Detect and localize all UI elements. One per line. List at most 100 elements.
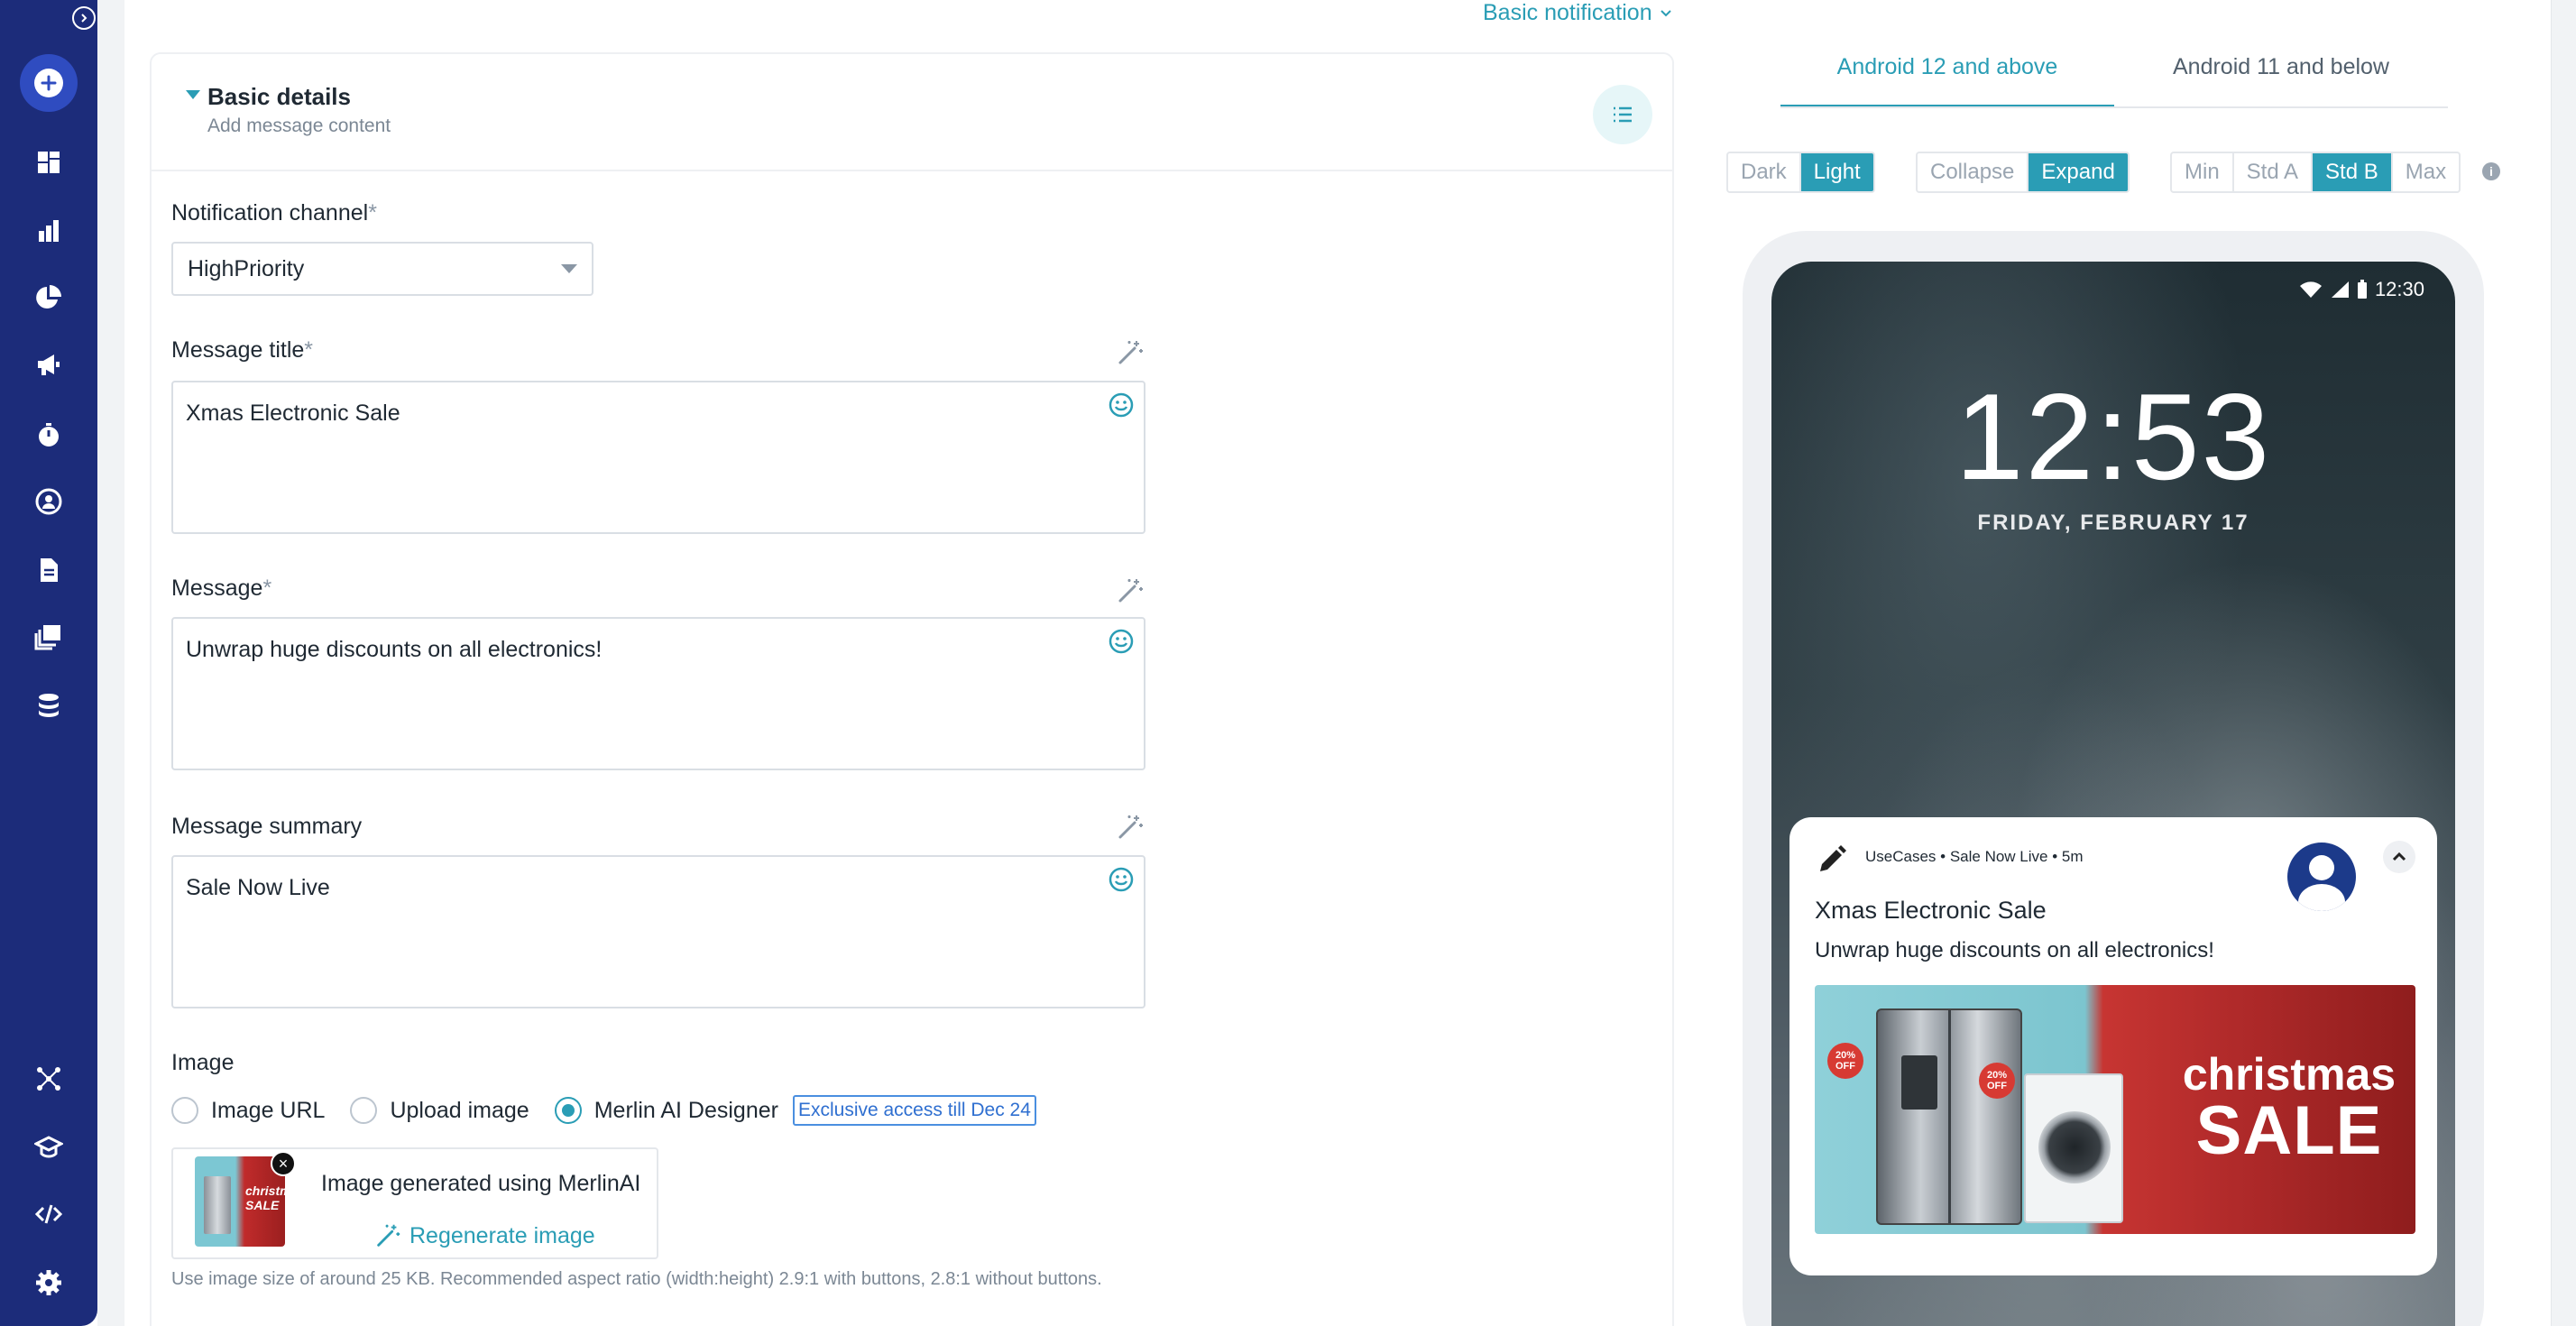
notification-card[interactable]: UseCases • Sale Now Live • 5m Xmas Elect… (1789, 817, 2437, 1275)
create-button[interactable] (20, 54, 78, 112)
view-toggle: Collapse Expand (1916, 152, 2130, 193)
regenerate-label: Regenerate image (409, 1222, 595, 1248)
notification-banner-image: 20% OFF 20% OFF christmas SALE (1815, 985, 2415, 1234)
avatar (2287, 843, 2356, 911)
status-time: 12:30 (2374, 278, 2424, 300)
channel-value: HighPriority (188, 255, 305, 281)
academy-icon[interactable] (31, 1129, 67, 1165)
code-icon[interactable] (31, 1196, 67, 1232)
message-title-label: Message title* (171, 337, 314, 363)
magic-wand-icon[interactable] (1115, 812, 1145, 843)
basic-notification-dropdown[interactable]: Basic notification (1483, 0, 1672, 25)
emoji-icon[interactable] (1108, 628, 1135, 655)
message-summary-input[interactable]: Sale Now Live (171, 855, 1145, 1008)
analytics-icon[interactable] (31, 213, 67, 249)
megaphone-icon[interactable] (31, 346, 67, 382)
remove-image-close-icon[interactable]: × (271, 1151, 296, 1176)
notification-channel-select[interactable]: HighPriority (171, 242, 593, 296)
caret-down-icon[interactable] (186, 90, 200, 99)
size-toggle: Min Std A Std B Max (2170, 152, 2461, 193)
theme-light-button[interactable]: Light (1800, 153, 1873, 191)
wifi-icon (2299, 281, 2322, 298)
scroll-gutter (97, 0, 124, 1326)
battery-icon (2357, 280, 2367, 299)
status-bar: 12:30 (2299, 278, 2424, 301)
size-std-a-button[interactable]: Std A (2234, 153, 2314, 191)
fridge-graphic (1876, 1008, 2022, 1225)
basic-notification-label: Basic notification (1483, 0, 1652, 25)
tab-android-11-and-below[interactable]: Android 11 and below (2114, 54, 2448, 108)
collapse-chevron-up-icon[interactable] (2383, 841, 2415, 873)
radio-label: Merlin AI Designer (593, 1097, 778, 1123)
radio-circle[interactable] (171, 1097, 198, 1124)
document-icon[interactable] (31, 552, 67, 588)
message-summary-value: Sale Now Live (186, 875, 330, 900)
signal-icon (2331, 281, 2349, 298)
size-std-b-button[interactable]: Std B (2313, 153, 2393, 191)
emoji-icon[interactable] (1108, 866, 1135, 893)
chevron-down-icon (1660, 10, 1671, 17)
washer-graphic (2024, 1073, 2123, 1223)
radio-circle[interactable] (350, 1097, 378, 1124)
magic-wand-icon[interactable] (1115, 337, 1145, 368)
notification-meta: UseCases • Sale Now Live • 5m (1865, 848, 2084, 865)
tab-android-12-and-above[interactable]: Android 12 and above (1780, 54, 2114, 108)
scrollbar[interactable] (2551, 0, 2576, 1326)
plus-icon (34, 69, 63, 97)
radio-image-url[interactable]: Image URL (171, 1097, 325, 1124)
pencil-icon (1820, 845, 1846, 871)
radio-merlin-ai-designer[interactable]: Merlin AI Designer (554, 1097, 778, 1124)
pie-chart-icon[interactable] (31, 280, 67, 316)
image-size-hint: Use image size of around 25 KB. Recommen… (171, 1269, 1102, 1289)
magic-wand-icon (377, 1224, 400, 1247)
regenerate-image-button[interactable]: Regenerate image (373, 1221, 595, 1250)
exclusive-access-badge: Exclusive access till Dec 24 (792, 1095, 1036, 1126)
view-collapse-button[interactable]: Collapse (1918, 153, 2029, 191)
radio-label: Image URL (211, 1097, 326, 1123)
generated-image-text: Image generated using MerlinAI (321, 1171, 641, 1196)
radio-upload-image[interactable]: Upload image (350, 1097, 529, 1124)
timer-icon[interactable] (31, 417, 67, 453)
emoji-icon[interactable] (1108, 391, 1135, 419)
lockscreen-clock: 12:53 (1955, 368, 2272, 505)
discount-tag: 20% OFF (1979, 1063, 2015, 1099)
content-library-icon[interactable] (31, 619, 67, 655)
radio-circle-selected[interactable] (554, 1097, 582, 1124)
message-input[interactable]: Unwrap huge discounts on all electronics… (171, 617, 1145, 770)
thumb-text-line1: christmas (245, 1183, 285, 1198)
section-subtitle: Add message content (207, 115, 391, 136)
dashboard-icon[interactable] (31, 144, 67, 180)
message-label: Message* (171, 576, 272, 601)
tab-divider (1780, 106, 2448, 108)
image-source-radio-group: Image URL Upload image Merlin AI Designe… (171, 1094, 1036, 1127)
list-button[interactable] (1593, 85, 1652, 144)
card-header[interactable]: Basic details Add message content (152, 54, 1672, 171)
view-expand-button[interactable]: Expand (2029, 153, 2128, 191)
notification-message: Unwrap huge discounts on all electronics… (1815, 938, 2214, 962)
discount-tag: 20% OFF (1827, 1043, 1863, 1079)
message-summary-label: Message summary (171, 814, 363, 839)
size-min-button[interactable]: Min (2172, 153, 2234, 191)
message-title-value: Xmas Electronic Sale (186, 401, 400, 426)
notification-title: Xmas Electronic Sale (1815, 897, 2047, 924)
list-icon (1614, 106, 1632, 123)
sidebar (0, 0, 97, 1326)
info-icon[interactable]: i (2482, 162, 2500, 180)
magic-wand-icon[interactable] (1115, 576, 1145, 606)
channel-label: Notification channel* (171, 200, 377, 226)
banner-text-sale: SALE (2195, 1092, 2383, 1169)
size-max-button[interactable]: Max (2393, 153, 2459, 191)
lockscreen-date: FRIDAY, FEBRUARY 17 (1977, 511, 2249, 535)
chevron-right-icon (72, 6, 96, 30)
theme-toggle: Dark Light (1726, 152, 1875, 193)
phone-preview: 12:30 12:53 FRIDAY, FEBRUARY 17 UseCases… (1743, 231, 2484, 1326)
settings-gear-icon[interactable] (31, 1265, 67, 1301)
integrations-icon[interactable] (31, 1061, 67, 1097)
message-title-input[interactable]: Xmas Electronic Sale (171, 381, 1145, 534)
radio-label: Upload image (390, 1097, 529, 1123)
message-value: Unwrap huge discounts on all electronics… (186, 637, 603, 662)
theme-dark-button[interactable]: Dark (1728, 153, 1801, 191)
thumb-text-line2: SALE (245, 1198, 280, 1212)
database-icon[interactable] (31, 687, 67, 723)
user-segment-icon[interactable] (31, 483, 67, 520)
